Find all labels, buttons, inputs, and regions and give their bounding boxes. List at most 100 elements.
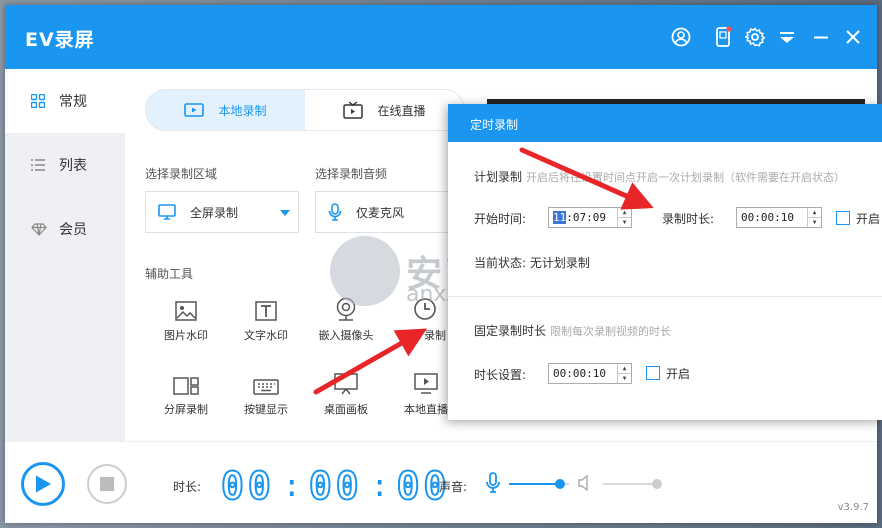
mobile-icon[interactable] [711, 25, 735, 49]
diamond-icon [31, 222, 49, 236]
fixed-enable-label: 开启 [666, 367, 691, 381]
sidebar-item-label: 列表 [59, 158, 87, 174]
spin-down-icon[interactable]: ▼ [618, 374, 631, 383]
fixed-duration-value: 00:00:10 [553, 367, 606, 380]
capture-area-select[interactable]: 全屏录制 [145, 191, 299, 233]
start-time-rest: :07:09 [566, 211, 606, 224]
scheduled-section-title: 计划录制 [474, 170, 523, 184]
sidebar-item-member[interactable]: 会员 [5, 197, 125, 261]
video-camera-icon [184, 102, 205, 118]
tool-label: 按键显示 [244, 403, 288, 416]
fixed-duration-input[interactable]: 00:00:10 ▲ ▼ [548, 363, 632, 384]
microphone-icon [328, 203, 342, 221]
tab-label: 在线直播 [377, 103, 426, 118]
spin-up-icon[interactable]: ▲ [618, 364, 631, 374]
speaker-icon[interactable] [577, 474, 593, 494]
user-icon[interactable] [669, 25, 693, 49]
scheduled-section: 计划录制 开启后将在设置时间点开启一次计划录制（软件需要在开启状态） [474, 168, 845, 185]
scheduled-enable-checkbox[interactable] [836, 211, 850, 225]
dialog-title: 定时录制 [448, 104, 882, 142]
tool-label: 嵌入摄像头 [318, 329, 374, 342]
watermark-shield-icon [330, 236, 400, 306]
tool-label: 本地直播 [404, 403, 448, 416]
spin-up-icon[interactable]: ▲ [808, 208, 821, 218]
tool-whiteboard[interactable]: 桌面画板 [311, 365, 381, 417]
timer-minutes: 00 [308, 463, 363, 509]
speaker-volume-slider[interactable] [603, 479, 662, 489]
stop-icon [100, 477, 114, 491]
dropdown-menu-icon[interactable] [775, 25, 799, 49]
start-time-input[interactable]: 11:07:09 ▲ ▼ [548, 207, 632, 228]
spin-down-icon[interactable]: ▼ [618, 218, 631, 227]
minimize-icon[interactable] [809, 25, 833, 49]
tab-online-live[interactable]: 在线直播 [305, 90, 464, 130]
app-title: EV录屏 [25, 29, 95, 51]
tab-label: 本地录制 [218, 103, 267, 118]
timer-hours: 00 [220, 463, 275, 509]
record-duration-spinner[interactable]: ▲ ▼ [807, 208, 821, 227]
version-text: v3.9.7 [837, 502, 869, 513]
play-icon [36, 475, 51, 493]
record-duration-label: 录制时长: [662, 212, 715, 226]
speaker-volume-knob[interactable] [652, 479, 662, 489]
tool-label: 分屏录制 [164, 403, 208, 416]
sound-label: 声音: [439, 480, 468, 494]
mic-volume-knob[interactable] [555, 479, 565, 489]
chevron-down-icon [280, 210, 290, 216]
status-label: 当前状态: [474, 256, 527, 270]
capture-area-value: 全屏录制 [190, 205, 239, 220]
tool-image-watermark[interactable]: 图片水印 [151, 291, 221, 343]
sidebar-item-list[interactable]: 列表 [5, 133, 125, 197]
tool-label: 录制 [424, 329, 446, 342]
tool-label: 文字水印 [244, 329, 288, 342]
sidebar-item-general[interactable]: 常规 [5, 69, 125, 133]
spin-up-icon[interactable]: ▲ [618, 208, 631, 218]
fixed-duration-label: 时长设置: [474, 368, 527, 382]
audio-section-label: 选择录制音频 [315, 167, 388, 181]
list-icon [31, 159, 49, 171]
control-bar: 时长: 00 : 00 : 00 声音: v3.9.7 [5, 441, 877, 523]
timer-separator: : [370, 468, 389, 504]
fixed-enable-checkbox[interactable] [646, 366, 660, 380]
scheduled-enable-label: 开启 [856, 212, 881, 226]
sidebar-item-label: 常规 [59, 94, 87, 110]
split-screen-icon [151, 365, 221, 395]
capture-audio-value: 仅麦克风 [356, 205, 405, 220]
tool-label: 桌面画板 [324, 403, 368, 416]
mode-tabs: 本地录制 在线直播 [145, 89, 465, 131]
area-section-label: 选择录制区域 [145, 167, 218, 181]
spin-down-icon[interactable]: ▼ [808, 218, 821, 227]
image-icon [151, 291, 221, 321]
capture-audio-select[interactable]: 仅麦克风 [315, 191, 455, 233]
scheduled-section-hint: 开启后将在设置时间点开启一次计划录制（软件需要在开启状态） [526, 171, 846, 184]
duration-label: 时长: [173, 480, 202, 494]
whiteboard-icon [311, 365, 381, 395]
gear-icon[interactable] [743, 25, 767, 49]
tool-text-watermark[interactable]: 文字水印 [231, 291, 301, 343]
record-duration-value: 00:00:10 [741, 211, 794, 224]
tools-section-label: 辅助工具 [145, 267, 194, 281]
fixed-section-title: 固定录制时长 [474, 324, 547, 338]
close-icon[interactable] [841, 25, 865, 49]
mic-volume-slider[interactable] [509, 479, 569, 489]
keyboard-icon [231, 365, 301, 395]
grid-icon [31, 94, 49, 108]
tool-split-screen[interactable]: 分屏录制 [151, 365, 221, 417]
sidebar-item-label: 会员 [59, 222, 87, 238]
status-line: 当前状态: 无计划录制 [474, 254, 590, 271]
text-icon [231, 291, 301, 321]
tool-label: 图片水印 [164, 329, 208, 342]
start-time-spinner[interactable]: ▲ ▼ [617, 208, 631, 227]
stop-record-button[interactable] [87, 464, 127, 504]
mic-volume-fill [509, 483, 560, 485]
start-record-button[interactable] [21, 462, 65, 506]
dialog-divider [448, 296, 882, 297]
fixed-duration-spinner[interactable]: ▲ ▼ [617, 364, 631, 383]
tab-local-record[interactable]: 本地录制 [146, 90, 305, 130]
timer-separator: : [282, 468, 301, 504]
record-duration-input[interactable]: 00:00:10 ▲ ▼ [736, 207, 822, 228]
tool-key-display[interactable]: 按键显示 [231, 365, 301, 417]
microphone-icon[interactable] [485, 472, 501, 497]
start-time-hour: 11 [553, 211, 567, 224]
sidebar: 常规 列表 会员 [5, 69, 125, 441]
